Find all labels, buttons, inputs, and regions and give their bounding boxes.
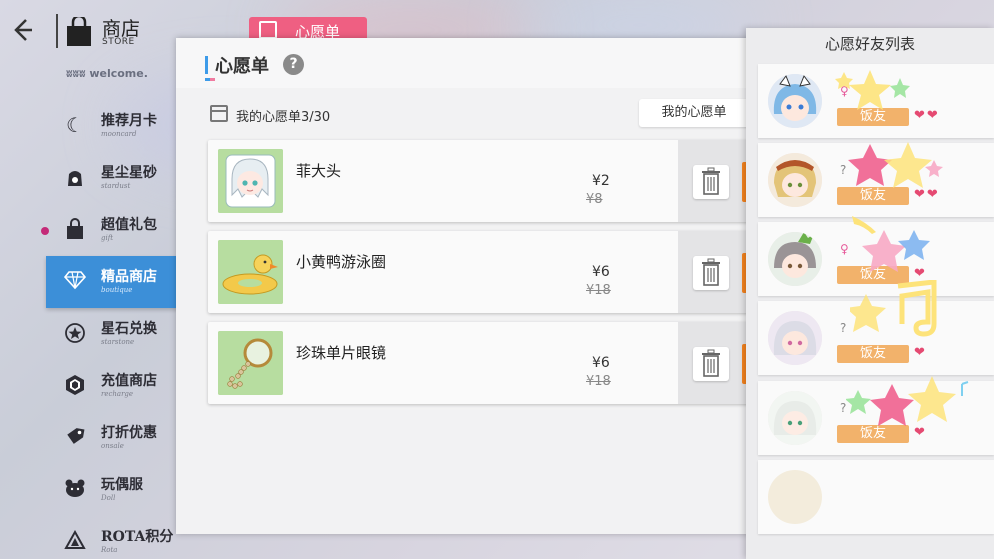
- hexagon-gem-icon: [64, 374, 86, 396]
- welcome-text: ʬʬʬ welcome.: [66, 67, 148, 80]
- item-price: ¥2: [592, 173, 610, 189]
- sidebar-item-sub: Rota: [101, 546, 118, 554]
- sidebar-item-label: ROTA积分: [101, 529, 174, 545]
- heart-icons: ❤: [914, 425, 927, 440]
- friend-list-title: 心愿好友列表: [824, 35, 915, 53]
- sidebar-item-label: 打折优惠: [101, 425, 157, 441]
- heart-icons: ❤: [914, 345, 927, 360]
- wishlist-panel: 心愿单 ? 我的心愿单3/30 我的心愿单 菲大头 ¥2 ¥8 小黄鸭游泳圈 ¥…: [176, 38, 752, 534]
- price-tag-icon: [64, 426, 86, 448]
- avatar: [768, 74, 822, 128]
- friend-tag: 饭友: [837, 187, 909, 205]
- sidebar-item-label: 精品商店: [101, 269, 157, 285]
- sidebar-item-stardust[interactable]: 星尘星砂 stardust: [46, 152, 180, 204]
- gender-icon: ♀: [840, 84, 849, 98]
- sidebar-item-starstone[interactable]: 星石兑换 starstone: [46, 308, 180, 360]
- heart-icons: ❤: [914, 266, 927, 281]
- sidebar-item-sub: Doll: [101, 494, 116, 502]
- item-original-price: ¥18: [586, 374, 611, 389]
- friend-card[interactable]: [758, 460, 994, 534]
- friend-card[interactable]: ? 饭友 ❤: [758, 301, 994, 375]
- friend-card[interactable]: ♀ 饭友 ❤❤: [758, 64, 994, 138]
- gift-bag-icon: [64, 218, 86, 240]
- friend-list-panel: 心愿好友列表 ♀ 饭友 ❤❤ ? 饭友 ❤❤ ♀ 饭友 ❤ ? 饭友 ❤ ? 饭…: [746, 28, 994, 559]
- sidebar-item-boutique[interactable]: 精品商店 boutique: [46, 256, 180, 308]
- gender-icon: ?: [840, 321, 847, 335]
- heart-icons: ❤❤: [914, 108, 940, 123]
- sidebar-item-doll[interactable]: 玩偶服 Doll: [46, 464, 180, 516]
- gift-box-icon: [259, 21, 277, 39]
- gender-icon: ♀: [840, 242, 849, 256]
- avatar: [768, 391, 822, 445]
- sidebar-item-label: 充值商店: [101, 373, 157, 389]
- heart-icons: ❤❤: [914, 187, 940, 202]
- avatar: [768, 153, 822, 207]
- rota-triangle-icon: [64, 529, 86, 552]
- trash-icon[interactable]: [693, 165, 729, 199]
- moon-icon: ☾: [66, 113, 84, 137]
- item-original-price: ¥8: [586, 192, 603, 207]
- wishlist-item[interactable]: 菲大头 ¥2 ¥8: [208, 140, 752, 222]
- sidebar-item-sub: recharge: [101, 390, 134, 398]
- title-underline-marks: [205, 78, 215, 81]
- diamond-icon: [63, 270, 87, 292]
- trash-icon[interactable]: [693, 256, 729, 290]
- friend-card[interactable]: ? 饭友 ❤: [758, 381, 994, 455]
- item-name: 珍珠单片眼镜: [296, 344, 387, 362]
- sidebar-item-label: 超值礼包: [101, 217, 157, 233]
- sidebar-item-gift[interactable]: 超值礼包 gift: [46, 204, 180, 256]
- page-title: 心愿单: [215, 56, 269, 77]
- item-thumbnail: [218, 149, 283, 213]
- sidebar-item-label: 推荐月卡: [101, 113, 157, 129]
- bear-face-icon: [64, 478, 86, 500]
- friend-tag: 饭友: [837, 345, 909, 363]
- avatar: [768, 470, 822, 524]
- friend-tag: 饭友: [837, 108, 909, 126]
- wishlist-count: 我的心愿单3/30: [236, 110, 331, 125]
- item-name: 菲大头: [296, 162, 342, 180]
- item-thumbnail: [218, 240, 283, 304]
- wishlist-item[interactable]: 珍珠单片眼镜 ¥6 ¥18: [208, 322, 752, 404]
- help-icon[interactable]: ?: [283, 54, 304, 75]
- gender-icon: ?: [840, 401, 847, 415]
- friend-tag: 饭友: [837, 266, 909, 284]
- friend-card[interactable]: ♀ 饭友 ❤: [758, 222, 994, 296]
- sidebar-item-sub: gift: [101, 234, 114, 242]
- sidebar-item-sub: boutique: [101, 286, 133, 294]
- friend-tag: 饭友: [837, 425, 909, 443]
- my-wishlist-button[interactable]: 我的心愿单: [639, 99, 749, 127]
- gender-icon: ?: [840, 163, 847, 177]
- sidebar-item-recharge[interactable]: 充值商店 recharge: [46, 360, 180, 412]
- friend-card[interactable]: ? 饭友 ❤❤: [758, 143, 994, 217]
- sidebar-item-rota[interactable]: ROTA积分 Rota: [46, 516, 180, 559]
- stardust-bag-icon: [64, 166, 86, 188]
- header-divider: [56, 14, 58, 48]
- star-coin-icon: [64, 322, 86, 344]
- item-price: ¥6: [592, 355, 610, 371]
- gift-box-icon: [210, 105, 228, 122]
- sidebar-item-sub: mooncard: [101, 130, 137, 138]
- panel-header: 心愿单 ?: [176, 38, 752, 88]
- item-thumbnail: [218, 331, 283, 395]
- avatar: [768, 232, 822, 286]
- sidebar-item-sub: onsale: [101, 442, 124, 450]
- avatar: [768, 311, 822, 365]
- sidebar-item-label: 玩偶服: [101, 477, 143, 493]
- item-original-price: ¥18: [586, 283, 611, 298]
- trash-icon[interactable]: [693, 347, 729, 381]
- sidebar-item-sub: stardust: [101, 182, 131, 190]
- item-name: 小黄鸭游泳圈: [296, 253, 387, 271]
- sidebar-item-sub: starstone: [101, 338, 135, 346]
- title-accent-bar: [205, 56, 208, 74]
- item-price: ¥6: [592, 264, 610, 280]
- store-subtitle: STORE: [102, 37, 135, 47]
- wishlist-item[interactable]: 小黄鸭游泳圈 ¥6 ¥18: [208, 231, 752, 313]
- sidebar-item-label: 星尘星砂: [101, 165, 157, 181]
- sidebar-item-label: 星石兑换: [101, 321, 157, 337]
- back-arrow-icon[interactable]: [10, 16, 38, 48]
- sidebar-item-mooncard[interactable]: ☾ 推荐月卡 mooncard: [46, 100, 180, 152]
- shopping-bag-icon: [66, 14, 92, 47]
- sidebar-item-onsale[interactable]: 打折优惠 onsale: [46, 412, 180, 464]
